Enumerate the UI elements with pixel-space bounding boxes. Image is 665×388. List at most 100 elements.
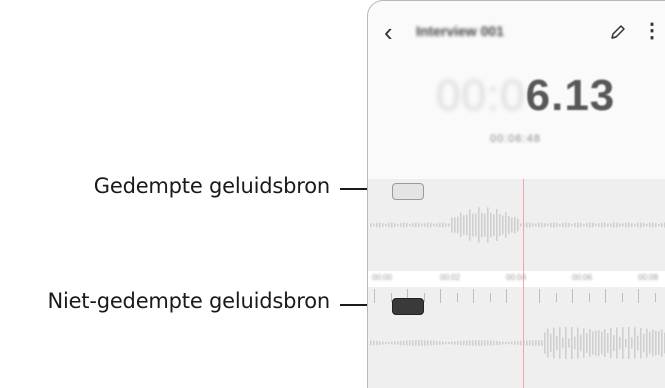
timeline-tick xyxy=(374,289,375,303)
waveform-bar xyxy=(631,337,633,349)
waveform-bar xyxy=(655,222,657,228)
waveform-bar xyxy=(403,222,405,228)
waveform-bar xyxy=(421,223,423,227)
waveform-bar xyxy=(520,340,522,346)
waveform-bar xyxy=(517,218,519,232)
waveform-bar xyxy=(547,328,549,358)
waveform-bar xyxy=(472,213,474,237)
waveform-bar xyxy=(430,340,432,346)
unmuted-source-waveform xyxy=(370,327,665,359)
waveform-bar xyxy=(634,223,636,227)
waveform-bar xyxy=(592,331,594,355)
waveform-bar xyxy=(460,340,462,346)
waveform-bar xyxy=(646,223,648,227)
waveform-bar xyxy=(445,223,447,227)
waveform-bar xyxy=(601,222,603,228)
waveform-bar xyxy=(490,212,492,238)
waveform-bar xyxy=(469,340,471,346)
waveform-bar xyxy=(427,222,429,228)
timeline-tick xyxy=(440,289,441,303)
waveform-bar xyxy=(379,341,381,345)
waveform-bar xyxy=(535,223,537,227)
waveform-bar xyxy=(643,333,645,353)
waveform-bar xyxy=(487,207,489,243)
waveform-bar xyxy=(373,340,375,346)
waveform-bar xyxy=(610,328,612,358)
waveform-bar xyxy=(451,217,453,233)
waveform-bar xyxy=(490,340,492,346)
waveform-bar xyxy=(571,223,573,227)
waveform-bar xyxy=(451,341,453,345)
waveform-bar xyxy=(421,340,423,346)
waveform-bar xyxy=(577,222,579,228)
waveform-bar xyxy=(415,340,417,346)
waveform-bar xyxy=(607,333,609,353)
waveform-bar xyxy=(466,340,468,346)
waveform-bar xyxy=(529,222,531,228)
waveform-bar xyxy=(448,341,450,345)
waveform-bar xyxy=(586,223,588,227)
waveform-bar xyxy=(436,223,438,227)
waveform-bar xyxy=(604,328,606,358)
muted-source-waveform xyxy=(370,207,665,243)
waveform-bar xyxy=(574,336,576,350)
waveform-bar xyxy=(406,222,408,228)
muted-source-callout-label: Gedempte geluidsbron xyxy=(93,174,330,198)
waveform-bar xyxy=(379,222,381,228)
waveform-bar xyxy=(562,222,564,228)
waveform-bar xyxy=(547,223,549,227)
waveform-bar xyxy=(382,341,384,345)
waveform-bar xyxy=(373,223,375,227)
waveform-bar xyxy=(565,222,567,228)
timeline-tick xyxy=(605,289,606,303)
waveform-bar xyxy=(370,223,372,227)
unmuted-source-toggle[interactable] xyxy=(392,298,424,315)
playhead[interactable] xyxy=(523,179,524,388)
waveform-bar xyxy=(457,216,459,234)
waveform-bar xyxy=(409,223,411,227)
waveform-bar xyxy=(496,209,498,241)
waveform-bar xyxy=(418,222,420,228)
tick-label: 00:02 xyxy=(440,273,461,282)
waveform-bar xyxy=(472,340,474,346)
tick-label: 00:00 xyxy=(372,273,393,282)
waveform-bar xyxy=(631,223,633,227)
waveform-bar xyxy=(628,222,630,228)
waveform-bar xyxy=(565,327,567,359)
waveform-bar xyxy=(562,337,564,349)
waveform-bar xyxy=(559,327,561,359)
waveform-bar xyxy=(613,222,615,228)
waveform-bar xyxy=(442,222,444,228)
waveform-bar xyxy=(496,341,498,345)
waveform-bar xyxy=(634,327,636,359)
waveform-bar xyxy=(487,340,489,346)
waveform-bar xyxy=(601,331,603,355)
waveform-bar xyxy=(424,340,426,346)
waveform-bar xyxy=(646,328,648,358)
chevron-left-icon[interactable]: ‹ xyxy=(384,17,393,47)
waveform-bar xyxy=(508,216,510,234)
waveform-bar xyxy=(517,341,519,345)
waveform-bar xyxy=(655,330,657,356)
waveform-bar xyxy=(502,215,504,235)
waveform-bar xyxy=(652,329,654,357)
waveform-bar xyxy=(535,340,537,346)
waveform-bar xyxy=(661,329,663,357)
elapsed-timer: 00:06.13 xyxy=(436,71,615,121)
phone-screen: ‹ Interview 001 ⋮ 00:06.13 00:06:48 00:0… xyxy=(367,0,665,388)
waveform-bar xyxy=(475,213,477,237)
waveform-bar xyxy=(412,223,414,227)
more-vertical-icon[interactable]: ⋮ xyxy=(642,19,662,43)
muted-source-toggle[interactable] xyxy=(392,183,424,200)
waveform-bar xyxy=(505,212,507,238)
waveform-bar xyxy=(610,223,612,227)
waveform-bar xyxy=(604,222,606,228)
timeline-tick xyxy=(621,293,623,302)
waveform-bar xyxy=(400,222,402,228)
waveform-bar xyxy=(511,217,513,233)
waveform-bar xyxy=(418,340,420,346)
pencil-icon[interactable] xyxy=(609,23,627,41)
waveform-bar xyxy=(385,341,387,345)
timer-dim-digits: 00:0 xyxy=(436,71,526,120)
waveform-bar xyxy=(580,222,582,228)
